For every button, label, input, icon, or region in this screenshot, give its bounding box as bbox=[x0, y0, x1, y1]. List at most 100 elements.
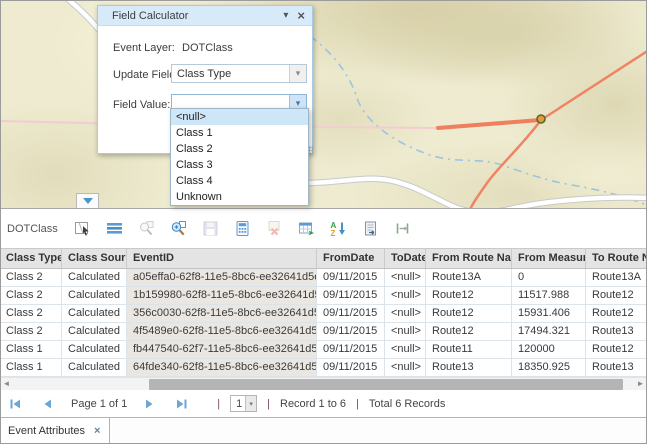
record-range-label: Record 1 to 6 bbox=[280, 398, 346, 410]
total-records-label: Total 6 Records bbox=[369, 398, 445, 410]
clear-selection-icon[interactable] bbox=[266, 220, 283, 237]
cell-eventid: 4f5489e0-62f8-11e5-8bc6-ee32641d5ec9 bbox=[127, 323, 317, 341]
horizontal-scrollbar: ◄ ► bbox=[0, 377, 647, 390]
table-row[interactable]: Class 2 Calculated 1b159980-62f8-11e5-8b… bbox=[0, 287, 647, 305]
dropdown-option-null[interactable]: <null> bbox=[171, 109, 308, 125]
column-header-from-measure[interactable]: From Measure bbox=[512, 249, 586, 268]
update-field-selected-value: Class Type bbox=[172, 65, 289, 82]
cell-class-type: Class 2 bbox=[0, 287, 62, 305]
chevron-down-icon[interactable]: ▾ bbox=[245, 396, 256, 411]
scroll-left-icon[interactable]: ◄ bbox=[0, 378, 13, 390]
first-page-button[interactable] bbox=[9, 398, 22, 410]
application-window: Field Calculator ▾ × Event Layer: DOTCla… bbox=[0, 0, 647, 444]
tab-label: Event Attributes bbox=[8, 425, 85, 437]
column-header-eventid[interactable]: EventID bbox=[127, 249, 317, 268]
page-size-select[interactable]: 1 ▾ bbox=[230, 395, 257, 412]
sort-icon[interactable]: A Z bbox=[330, 220, 347, 237]
cell-class-source: Calculated bbox=[62, 323, 127, 341]
tab-event-attributes[interactable]: Event Attributes × bbox=[0, 418, 110, 444]
cell-to-route: Route12 bbox=[586, 341, 647, 359]
cell-fromdate: 09/11/2015 bbox=[317, 359, 385, 377]
dialog-collapse-icon[interactable]: ▾ bbox=[283, 10, 288, 21]
cell-eventid: 64fde340-62f8-11e5-8bc6-ee32641d5ec9 bbox=[127, 359, 317, 377]
separator: | bbox=[217, 398, 220, 410]
cell-from-route: Route11 bbox=[426, 341, 512, 359]
select-features-icon[interactable] bbox=[74, 220, 91, 237]
dropdown-option-class4[interactable]: Class 4 bbox=[171, 173, 308, 189]
layer-name-label: DOTClass bbox=[7, 223, 58, 235]
scroll-right-icon[interactable]: ► bbox=[634, 378, 647, 390]
table-header-row: Class Type Class Source EventID FromDate… bbox=[0, 248, 647, 269]
save-icon[interactable] bbox=[202, 220, 219, 237]
separator: | bbox=[267, 398, 270, 410]
cell-class-type: Class 2 bbox=[0, 323, 62, 341]
cell-from-route: Route13 bbox=[426, 359, 512, 377]
page-label: Page 1 of 1 bbox=[71, 398, 127, 410]
cell-class-source: Calculated bbox=[62, 269, 127, 287]
cell-todate: <null> bbox=[385, 269, 426, 287]
cell-eventid: 1b159980-62f8-11e5-8bc6-ee32641d5ec9 bbox=[127, 287, 317, 305]
page-size-value: 1 bbox=[231, 396, 245, 411]
zoom-to-selection-icon[interactable] bbox=[138, 220, 155, 237]
table-row[interactable]: Class 2 Calculated a05effa0-62f8-11e5-8b… bbox=[0, 269, 647, 287]
cell-class-source: Calculated bbox=[62, 341, 127, 359]
cell-todate: <null> bbox=[385, 305, 426, 323]
cell-from-measure: 17494.321 bbox=[512, 323, 586, 341]
column-header-class-source[interactable]: Class Source bbox=[62, 249, 127, 268]
column-header-todate[interactable]: ToDate bbox=[385, 249, 426, 268]
dialog-titlebar[interactable]: Field Calculator ▾ × bbox=[98, 6, 312, 26]
cell-fromdate: 09/11/2015 bbox=[317, 305, 385, 323]
cell-from-route: Route12 bbox=[426, 323, 512, 341]
cell-eventid: 356c0030-62f8-11e5-8bc6-ee32641d5ec9 bbox=[127, 305, 317, 323]
dropdown-option-class3[interactable]: Class 3 bbox=[171, 157, 308, 173]
field-value-label: Field Value: bbox=[113, 99, 170, 111]
switch-to-table-icon[interactable] bbox=[298, 220, 315, 237]
dropdown-option-unknown[interactable]: Unknown bbox=[171, 189, 308, 205]
cell-from-route: Route12 bbox=[426, 287, 512, 305]
attribute-table-panel: DOTClass bbox=[0, 208, 647, 444]
cell-from-route: Route12 bbox=[426, 305, 512, 323]
column-header-class-type[interactable]: Class Type bbox=[0, 249, 62, 268]
panel-collapse-button[interactable] bbox=[76, 193, 99, 208]
fit-columns-icon[interactable] bbox=[394, 220, 411, 237]
update-field-combobox[interactable]: Class Type ▾ bbox=[171, 64, 307, 83]
show-selected-records-icon[interactable] bbox=[106, 220, 123, 237]
cell-from-route: Route13A bbox=[426, 269, 512, 287]
previous-page-button[interactable] bbox=[41, 398, 54, 410]
update-field-label: Update Field: bbox=[113, 69, 178, 81]
last-page-button[interactable] bbox=[175, 398, 188, 410]
cell-from-measure: 18350.925 bbox=[512, 359, 586, 377]
pan-to-selection-icon[interactable] bbox=[170, 220, 187, 237]
dropdown-option-class2[interactable]: Class 2 bbox=[171, 141, 308, 157]
column-header-fromdate[interactable]: FromDate bbox=[317, 249, 385, 268]
pagination-bar: Page 1 of 1 | 1 ▾ | Record 1 to 6 | Tota… bbox=[0, 390, 647, 417]
cell-from-measure: 0 bbox=[512, 269, 586, 287]
cell-from-measure: 120000 bbox=[512, 341, 586, 359]
table-row[interactable]: Class 1 Calculated 64fde340-62f8-11e5-8b… bbox=[0, 359, 647, 377]
scrollbar-thumb[interactable] bbox=[149, 379, 623, 390]
cell-todate: <null> bbox=[385, 359, 426, 377]
close-icon[interactable]: × bbox=[94, 426, 100, 437]
field-calculator-icon[interactable] bbox=[234, 220, 251, 237]
dialog-title: Field Calculator bbox=[112, 10, 283, 22]
chevron-down-icon[interactable]: ▾ bbox=[289, 65, 306, 82]
table-row[interactable]: Class 2 Calculated 356c0030-62f8-11e5-8b… bbox=[0, 305, 647, 323]
report-icon[interactable] bbox=[362, 220, 379, 237]
dialog-close-icon[interactable]: × bbox=[297, 9, 305, 22]
cell-fromdate: 09/11/2015 bbox=[317, 341, 385, 359]
event-point-marker bbox=[537, 115, 545, 123]
table-row[interactable]: Class 1 Calculated fb447540-62f7-11e5-8b… bbox=[0, 341, 647, 359]
cell-from-measure: 15931.406 bbox=[512, 305, 586, 323]
table-toolbar: DOTClass bbox=[0, 209, 647, 248]
table-row[interactable]: Class 2 Calculated 4f5489e0-62f8-11e5-8b… bbox=[0, 323, 647, 341]
event-layer-label: Event Layer: bbox=[113, 42, 175, 54]
separator: | bbox=[356, 398, 359, 410]
cell-to-route: Route12 bbox=[586, 305, 647, 323]
scrollbar-track[interactable] bbox=[13, 379, 634, 390]
cell-class-source: Calculated bbox=[62, 305, 127, 323]
field-value-dropdown-list: <null> Class 1 Class 2 Class 3 Class 4 U… bbox=[170, 108, 309, 206]
next-page-button[interactable] bbox=[143, 398, 156, 410]
column-header-to-route-name[interactable]: To Route Name bbox=[586, 249, 647, 268]
column-header-from-route-name[interactable]: From Route Name bbox=[426, 249, 512, 268]
dropdown-option-class1[interactable]: Class 1 bbox=[171, 125, 308, 141]
